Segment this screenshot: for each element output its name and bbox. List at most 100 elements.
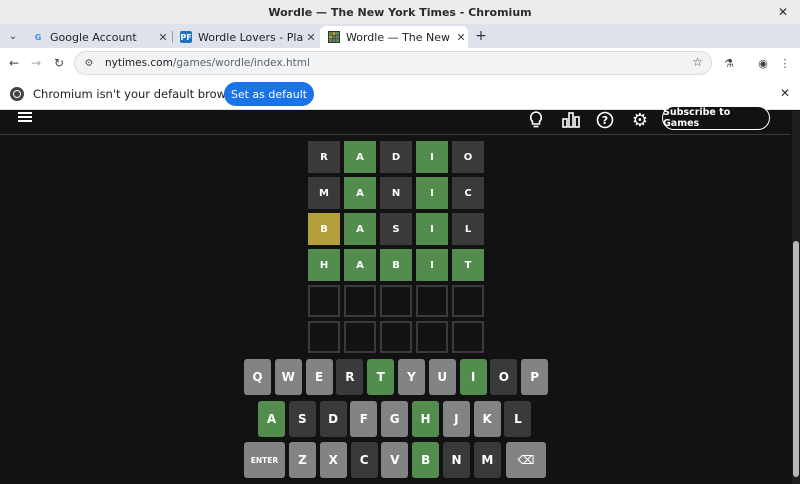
board-tile-empty [308,285,340,317]
tab-strip: ⌄ G Google Account ✕ PF Wordle Lovers - … [0,24,800,48]
board-tile-b: B [380,249,412,281]
key-m[interactable]: M [473,442,501,478]
hint-lightbulb-icon[interactable] [526,111,546,129]
key-h[interactable]: H [412,401,439,437]
board-tile-o: O [452,141,484,173]
key-g[interactable]: G [381,401,409,437]
key-z[interactable]: Z [289,442,316,478]
browser-toolbar: ← → ↻ ⚙ nytimes.com/games/wordle/index.h… [0,48,800,78]
key-s[interactable]: S [288,401,316,437]
board-tile-i: I [416,177,448,209]
key-a[interactable]: A [258,401,285,437]
key-y[interactable]: Y [398,359,425,395]
board-tile-empty [308,321,340,353]
board-tile-empty [416,285,448,317]
back-arrow-icon[interactable]: ← [6,55,22,71]
game-header: ? ⚙ Subscribe to Games [0,106,790,135]
set-as-default-button[interactable]: Set as default [224,82,314,106]
board-tile-i: I [416,213,448,245]
scrollbar-thumb[interactable] [793,241,799,477]
key-u[interactable]: U [428,359,456,395]
key-p[interactable]: P [521,359,549,395]
board-tile-b: B [308,213,340,245]
tab-wordle-nyt[interactable]: Wordle — The New Yo ✕ [320,26,468,48]
bookmark-star-icon[interactable]: ☆ [692,55,703,69]
key-f[interactable]: F [350,401,378,437]
chromium-logo-icon [10,87,24,101]
board-tile-a: A [344,141,376,173]
key-j[interactable]: J [442,401,470,437]
new-tab-plus-icon[interactable]: + [473,27,489,45]
svg-text:?: ? [602,114,608,127]
key-e[interactable]: E [305,359,333,395]
board-tile-r: R [308,141,340,173]
key-b[interactable]: B [412,442,440,478]
key-i[interactable]: I [459,359,487,395]
key-k[interactable]: K [473,401,501,437]
board-tile-empty [344,285,376,317]
key-l[interactable]: L [504,401,532,437]
board-tile-empty [380,321,412,353]
board-tile-empty [416,321,448,353]
backspace-key-icon[interactable]: ⌫ [506,442,546,478]
subscribe-to-games-button[interactable]: Subscribe to Games [662,106,770,130]
wordle-lovers-favicon-icon: PF [180,31,192,43]
forward-arrow-icon[interactable]: → [28,55,44,71]
browser-menu-kebab-icon[interactable]: ⋮ [777,55,793,71]
window-close-icon[interactable]: ✕ [775,4,791,20]
board-tile-l: L [452,213,484,245]
infobar-message: Chromium isn't your default browser [33,87,244,101]
tab-close-icon[interactable]: ✕ [454,31,468,44]
board-tile-empty [452,321,484,353]
key-w[interactable]: W [274,359,302,395]
board-tile-empty [452,285,484,317]
hamburger-menu-icon[interactable] [18,112,32,122]
key-n[interactable]: N [443,442,470,478]
address-url: nytimes.com/games/wordle/index.html [105,57,310,69]
key-o[interactable]: O [490,359,518,395]
board-tile-d: D [380,141,412,173]
board-tile-h: H [308,249,340,281]
profile-avatar-icon[interactable]: ◉ [755,55,771,71]
tab-label: Google Account [50,30,137,44]
labs-flask-icon[interactable]: ⚗ [721,55,737,71]
statistics-chart-icon[interactable] [561,111,581,129]
site-info-icon[interactable]: ⚙ [81,58,97,69]
board-tile-c: C [452,177,484,209]
key-x[interactable]: X [319,442,347,478]
tab-label: Wordle — The New Yo [346,30,454,44]
url-host: nytimes.com [105,57,173,69]
page-scrollbar[interactable] [792,111,800,484]
board-tile-empty [380,285,412,317]
board-tile-a: A [344,213,376,245]
key-d[interactable]: D [319,401,347,437]
key-t[interactable]: T [367,359,395,395]
reload-icon[interactable]: ↻ [51,55,67,71]
wordle-game: ? ⚙ Subscribe to Games RADIOMANICBASILHA… [0,106,800,484]
key-v[interactable]: V [381,442,409,478]
board-tile-i: I [416,249,448,281]
board-tile-a: A [344,177,376,209]
board-tile-s: S [380,213,412,245]
infobar-close-icon[interactable]: ✕ [780,86,790,100]
board-tile-m: M [308,177,340,209]
url-path: /games/wordle/index.html [172,57,310,69]
board-tile-a: A [344,249,376,281]
tab-label: Wordle Lovers - Play t [198,30,304,44]
board-tile-n: N [380,177,412,209]
tab-wordle-lovers[interactable]: PF Wordle Lovers - Play t ✕ [172,26,318,48]
board-tile-t: T [452,249,484,281]
enter-key[interactable]: ENTER [244,442,285,478]
tab-search-chevron-down-icon[interactable]: ⌄ [5,27,21,45]
key-c[interactable]: C [350,442,378,478]
settings-gear-icon[interactable]: ⚙ [630,110,650,131]
tab-close-icon[interactable]: ✕ [304,31,318,44]
tab-close-icon[interactable]: ✕ [156,31,170,44]
board-tile-i: I [416,141,448,173]
key-r[interactable]: R [336,359,364,395]
tab-google-account[interactable]: G Google Account ✕ [24,26,170,48]
google-favicon-icon: G [34,32,42,42]
key-q[interactable]: Q [244,359,271,395]
help-question-icon[interactable]: ? [595,111,615,129]
address-bar[interactable]: ⚙ nytimes.com/games/wordle/index.html ☆ [74,51,712,75]
